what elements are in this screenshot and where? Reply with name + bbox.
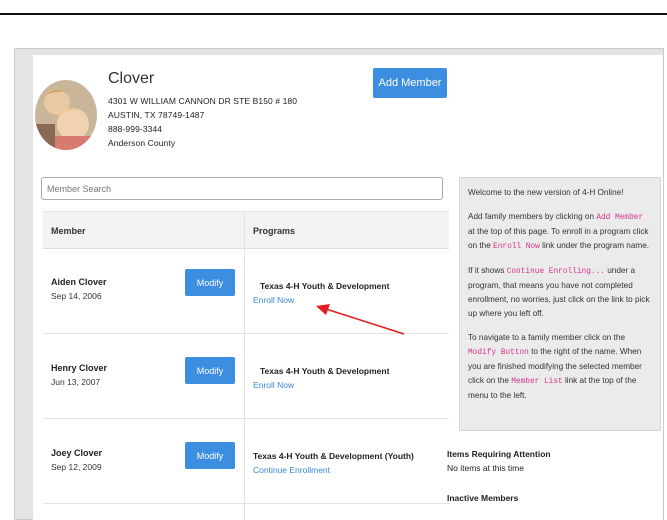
continue-enrollment-link[interactable]: Continue Enrollment xyxy=(253,465,330,475)
info-paragraph-1: Add family members by clicking on Add Me… xyxy=(468,212,650,251)
family-name: Clover xyxy=(108,70,155,87)
program-name: Texas 4-H Youth & Development xyxy=(260,366,390,376)
column-header-member: Member xyxy=(51,226,86,236)
modify-button[interactable]: Modify xyxy=(185,442,235,469)
table-row: Aiden Clover Sep 14, 2006 Modify Texas 4… xyxy=(43,249,449,334)
welcome-text: Welcome to the new version of 4-H Online… xyxy=(468,188,624,197)
table-header: Member Programs xyxy=(43,211,449,249)
enroll-now-link[interactable]: Enroll Now xyxy=(253,295,294,305)
info-paragraph-2: If it shows Continue Enrolling... under … xyxy=(468,266,650,318)
phone-number: 888-999-3344 xyxy=(108,124,163,134)
top-divider xyxy=(0,13,667,15)
enroll-now-link[interactable]: Enroll Now xyxy=(253,380,294,390)
modify-button[interactable]: Modify xyxy=(185,269,235,296)
member-name: Henry Clover xyxy=(51,363,108,373)
county: Anderson County xyxy=(108,138,176,148)
attention-text: No items at this time xyxy=(447,463,524,473)
member-dob: Sep 14, 2006 xyxy=(51,291,102,301)
add-member-button[interactable]: Add Member xyxy=(373,68,447,98)
info-paragraph-3: To navigate to a family member click on … xyxy=(468,333,642,400)
family-photo xyxy=(35,80,97,150)
member-dob: Sep 12, 2009 xyxy=(51,462,102,472)
member-table: Member Programs Aiden Clover Sep 14, 200… xyxy=(43,211,449,520)
column-divider xyxy=(244,211,245,520)
member-name: Joey Clover xyxy=(51,448,103,458)
member-search-input[interactable] xyxy=(41,177,443,200)
welcome-info-panel: Welcome to the new version of 4-H Online… xyxy=(459,177,661,431)
column-header-programs: Programs xyxy=(253,226,296,236)
modify-button[interactable]: Modify xyxy=(185,357,235,384)
program-name: Texas 4-H Youth & Development (Youth) xyxy=(253,451,414,461)
table-row: Henry Clover Jun 13, 2007 Modify Texas 4… xyxy=(43,334,449,419)
address-line-2: AUSTIN, TX 78749-1487 xyxy=(108,110,205,120)
inactive-members-title: Inactive Members xyxy=(447,493,519,503)
program-name: Texas 4-H Youth & Development xyxy=(260,281,390,291)
member-name: Aiden Clover xyxy=(51,277,107,287)
table-row: Joey Clover Sep 12, 2009 Modify Texas 4-… xyxy=(43,419,449,504)
address-line-1: 4301 W WILLIAM CANNON DR STE B150 # 180 xyxy=(108,96,298,106)
attention-title: Items Requiring Attention xyxy=(447,449,551,459)
member-dob: Jun 13, 2007 xyxy=(51,377,101,387)
